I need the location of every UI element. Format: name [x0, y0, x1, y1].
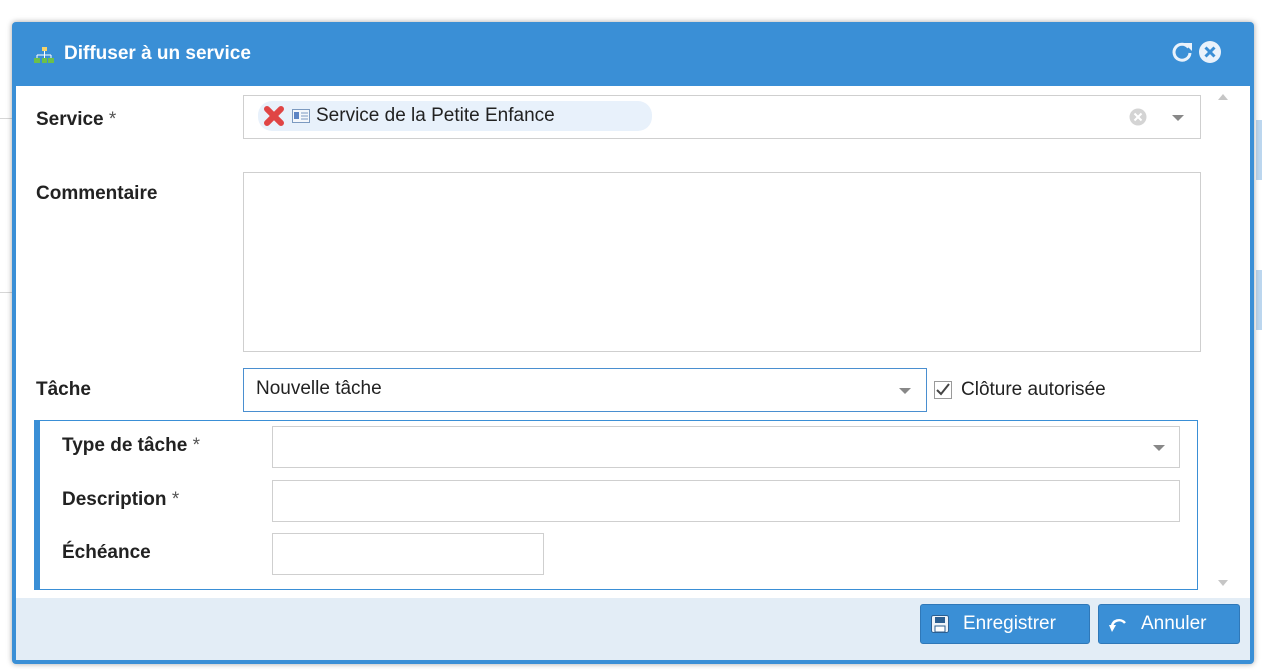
- commentaire-label: Commentaire: [36, 183, 158, 204]
- cloture-label: Clôture autorisée: [961, 379, 1106, 400]
- cancel-button-label: Annuler: [1141, 613, 1207, 634]
- chevron-down-icon[interactable]: [1153, 445, 1165, 451]
- cancel-button[interactable]: Annuler: [1098, 604, 1240, 644]
- description-input[interactable]: [272, 480, 1180, 522]
- service-chip: Service de la Petite Enfance: [258, 101, 652, 131]
- dialog-titlebar: Diffuser à un service: [12, 22, 1254, 86]
- background-strip: [1256, 270, 1262, 330]
- save-button[interactable]: Enregistrer: [920, 604, 1090, 644]
- org-chart-icon: [34, 47, 54, 63]
- type-tache-select[interactable]: [272, 426, 1180, 468]
- service-chip-text: Service de la Petite Enfance: [316, 105, 555, 126]
- tache-value: Nouvelle tâche: [256, 378, 382, 399]
- task-subform: Type de tâche * Description * Échéance: [34, 420, 1198, 590]
- clear-icon[interactable]: [1129, 108, 1147, 126]
- close-icon[interactable]: [1198, 40, 1222, 64]
- scroll-down-arrow-icon[interactable]: [1218, 580, 1228, 586]
- contact-card-icon: [292, 109, 310, 123]
- diffuser-dialog: Diffuser à un service Service * Service …: [12, 22, 1254, 664]
- tache-select[interactable]: Nouvelle tâche: [243, 368, 927, 412]
- checkmark-icon: [936, 383, 950, 396]
- type-tache-label: Type de tâche *: [62, 435, 200, 456]
- refresh-icon[interactable]: [1170, 40, 1194, 64]
- undo-icon: [1109, 618, 1126, 632]
- chevron-down-icon[interactable]: [899, 388, 911, 394]
- remove-icon[interactable]: [262, 104, 286, 128]
- commentaire-textarea[interactable]: [243, 172, 1201, 352]
- description-label: Description *: [62, 489, 180, 510]
- dialog-title: Diffuser à un service: [64, 43, 251, 64]
- echeance-input[interactable]: [272, 533, 544, 575]
- floppy-disk-icon: [931, 615, 949, 633]
- dialog-content: Service * Service de la Petite Enfance C…: [16, 86, 1250, 598]
- chevron-down-icon[interactable]: [1172, 115, 1184, 121]
- cloture-checkbox[interactable]: [934, 381, 952, 399]
- tache-label: Tâche: [36, 379, 91, 400]
- scroll-up-arrow-icon[interactable]: [1218, 94, 1228, 100]
- dialog-footer: Enregistrer Annuler: [16, 598, 1250, 660]
- save-button-label: Enregistrer: [963, 613, 1056, 634]
- service-select[interactable]: Service de la Petite Enfance: [243, 95, 1201, 139]
- echeance-label: Échéance: [62, 542, 151, 563]
- background-divider: [0, 118, 12, 119]
- background-divider: [0, 292, 12, 293]
- form-scrollbar[interactable]: [1214, 86, 1232, 598]
- background-strip: [1256, 120, 1262, 180]
- service-label: Service *: [36, 109, 117, 130]
